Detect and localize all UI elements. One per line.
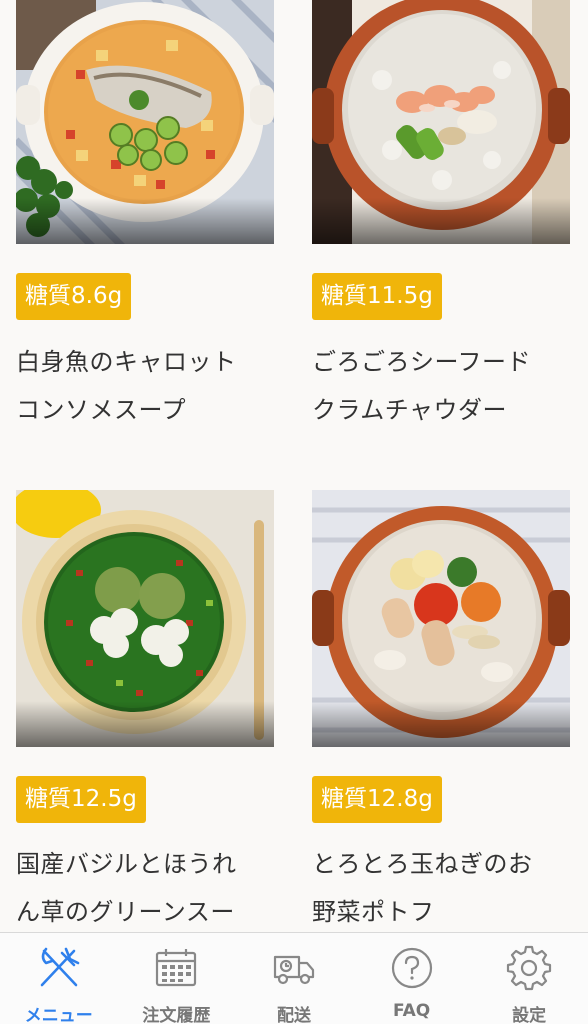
tab-label: メニュー xyxy=(24,1006,93,1024)
product-card[interactable]: 糖質8.6g 白身魚のキャロット コンソメスープ xyxy=(16,0,276,424)
tab-label: 注文履歴 xyxy=(142,1006,211,1024)
tab-faq[interactable]: FAQ xyxy=(353,933,471,1024)
product-photo[interactable] xyxy=(16,0,274,244)
product-photo[interactable] xyxy=(16,490,274,747)
product-card[interactable]: 糖質12.8g とろとろ玉ねぎのお 野菜ポトフ xyxy=(312,490,572,926)
product-name-line: とろとろ玉ねぎのお xyxy=(312,850,533,878)
product-name-line: 国産バジルとほうれ xyxy=(16,850,237,878)
tab-delivery[interactable]: 配送 xyxy=(235,933,353,1024)
product-name[interactable]: ごろごろシーフード クラムチャウダー xyxy=(312,338,574,434)
carb-badge: 糖質11.5g xyxy=(312,273,442,320)
tab-settings[interactable]: 設定 xyxy=(470,933,588,1024)
product-name-line: コンソメスープ xyxy=(16,396,187,424)
product-name-line: ごろごろシーフード xyxy=(312,348,532,376)
product-grid: 糖質8.6g 白身魚のキャロット コンソメスープ 糖質11.5g ごろごろシーフ… xyxy=(0,0,588,932)
product-name-line: クラムチャウダー xyxy=(312,396,508,424)
carb-badge: 糖質12.8g xyxy=(312,776,442,823)
product-card[interactable]: 糖質12.5g 国産バジルとほうれ ん草のグリーンスー xyxy=(16,490,276,926)
product-name[interactable]: とろとろ玉ねぎのお 野菜ポトフ xyxy=(312,840,574,932)
product-name[interactable]: 白身魚のキャロット コンソメスープ xyxy=(16,338,278,434)
tab-order-history[interactable]: 注文履歴 xyxy=(118,933,236,1024)
product-name-line: 野菜ポトフ xyxy=(312,898,435,926)
product-name-line: 白身魚のキャロット xyxy=(16,348,237,376)
product-photo[interactable] xyxy=(312,490,570,747)
bottom-tab-bar: メニュー 注文履歴 配送 FAQ 設定 xyxy=(0,932,588,1024)
carb-badge: 糖質12.5g xyxy=(16,776,146,823)
menu-screen: 糖質8.6g 白身魚のキャロット コンソメスープ 糖質11.5g ごろごろシーフ… xyxy=(0,0,588,1024)
product-card[interactable]: 糖質11.5g ごろごろシーフード クラムチャウダー xyxy=(312,0,572,424)
calendar-icon xyxy=(153,945,199,991)
product-name-line: ん草のグリーンスー xyxy=(16,898,235,926)
carb-badge: 糖質8.6g xyxy=(16,273,132,320)
gear-icon xyxy=(506,945,552,991)
tab-label: FAQ xyxy=(392,1001,431,1021)
tab-menu[interactable]: メニュー xyxy=(0,933,118,1024)
product-name[interactable]: 国産バジルとほうれ ん草のグリーンスー xyxy=(16,840,278,932)
tab-label: 配送 xyxy=(276,1006,311,1024)
fork-knife-icon xyxy=(36,945,82,991)
delivery-truck-icon xyxy=(271,945,317,991)
tab-label: 設定 xyxy=(512,1006,547,1024)
question-icon xyxy=(389,945,435,991)
product-photo[interactable] xyxy=(312,0,570,244)
